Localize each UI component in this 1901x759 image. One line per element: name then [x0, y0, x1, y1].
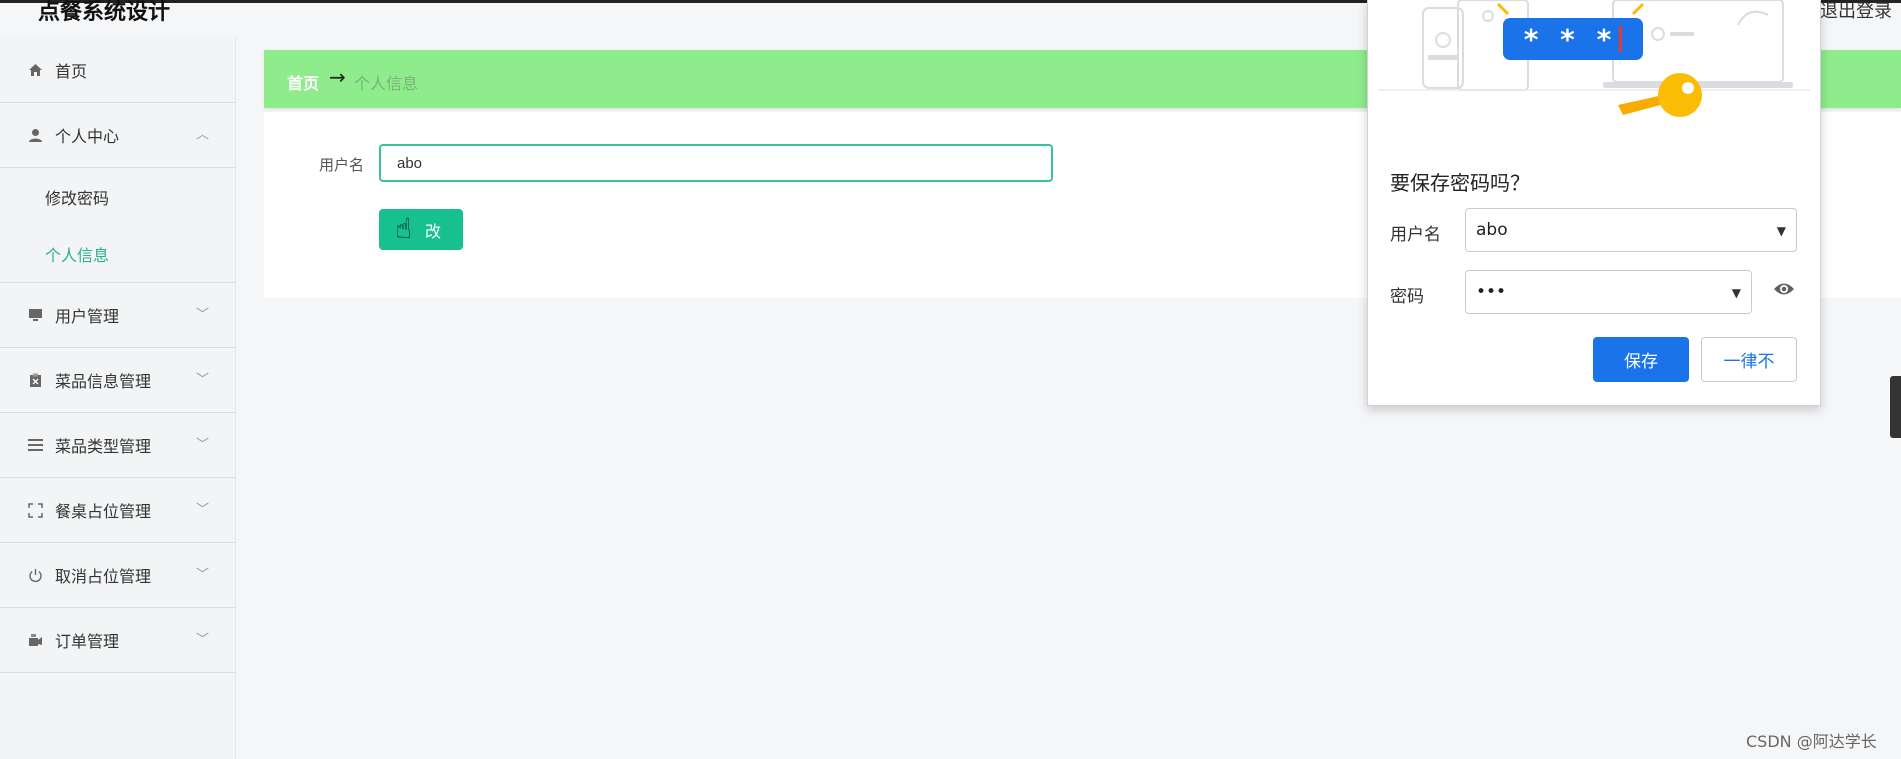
eye-icon[interactable]	[1773, 281, 1795, 297]
breadcrumb-current: 个人信息	[354, 74, 419, 93]
dropdown-arrow-icon: ▼	[1731, 286, 1741, 300]
update-button[interactable]: 改	[379, 209, 463, 250]
sidebar-item-label: 订单管理	[55, 632, 120, 651]
chevron-down-icon: ﹀	[196, 437, 210, 453]
sidebar-item-orders[interactable]: 订单管理 ﹀	[0, 608, 235, 673]
chevron-down-icon: ﹀	[196, 372, 210, 388]
chevron-down-icon: ﹀	[196, 307, 210, 323]
sidebar-item-label: 菜品信息管理	[55, 372, 152, 391]
home-icon	[26, 61, 44, 79]
never-save-button[interactable]: 一律不	[1701, 337, 1797, 382]
popup-password-label: 密码	[1390, 287, 1424, 307]
personal-center-submenu: 修改密码 个人信息	[0, 168, 235, 283]
chevron-up-icon: ︿	[196, 127, 210, 143]
money-icon	[26, 631, 44, 649]
chevron-down-icon: ﹀	[196, 567, 210, 583]
popup-password-select[interactable]: ••• ▼	[1465, 270, 1752, 314]
password-badge: * * *	[1503, 18, 1643, 60]
sidebar-item-dish-type[interactable]: 菜品类型管理 ﹀	[0, 413, 235, 478]
user-icon	[26, 126, 44, 144]
app-title: 点餐系统设计	[38, 0, 171, 25]
sidebar: 首页 个人中心 ︿ 修改密码 个人信息 用户管理 ﹀ 菜品信息管理 ﹀ 菜品类型…	[0, 38, 236, 759]
save-password-popup: * * * 要保存密码吗？ 用户名 abo ▼ 密码 ••• ▼ 保存 一律不	[1367, 0, 1821, 406]
sidebar-item-label: 菜品类型管理	[55, 437, 152, 456]
breadcrumb-home[interactable]: 首页	[287, 70, 319, 94]
sidebar-subitem-change-password[interactable]: 修改密码	[0, 168, 235, 225]
list-icon	[26, 436, 44, 454]
sidebar-item-dish-info[interactable]: 菜品信息管理 ﹀	[0, 348, 235, 413]
hand-cursor-icon: ☝	[395, 212, 413, 245]
sidebar-subitem-personal-info[interactable]: 个人信息	[0, 225, 235, 282]
chevron-down-icon: ﹀	[196, 502, 210, 518]
sidebar-item-label: 取消占位管理	[55, 567, 152, 586]
sidebar-item-label: 首页	[55, 62, 88, 81]
sidebar-item-home[interactable]: 首页	[0, 38, 235, 103]
text-caret	[1619, 26, 1623, 52]
watermark: CSDN @阿达学长	[1746, 732, 1877, 751]
sidebar-item-label: 个人中心	[55, 127, 120, 146]
popup-username-label: 用户名	[1390, 225, 1441, 245]
sidebar-item-label: 用户管理	[55, 307, 120, 326]
password-badge-text: * * *	[1523, 22, 1618, 56]
sidebar-item-user-management[interactable]: 用户管理 ﹀	[0, 283, 235, 348]
chevron-down-icon: ﹀	[196, 632, 210, 648]
username-label: 用户名	[319, 156, 365, 174]
popup-title: 要保存密码吗？	[1390, 171, 1530, 195]
username-input[interactable]	[379, 144, 1053, 182]
sidebar-item-personal-center[interactable]: 个人中心 ︿	[0, 103, 235, 168]
sidebar-item-table-occupancy[interactable]: 餐桌占位管理 ﹀	[0, 478, 235, 543]
popup-username-value: abo	[1476, 220, 1508, 240]
fullscreen-icon	[26, 501, 44, 519]
breadcrumb-arrow-icon: →	[329, 65, 346, 89]
power-icon	[26, 566, 44, 584]
clipboard-icon	[26, 371, 44, 389]
dropdown-arrow-icon: ▼	[1776, 224, 1786, 238]
scrollbar-thumb[interactable]	[1890, 376, 1901, 438]
logout-link[interactable]: 退出登录	[1820, 0, 1892, 23]
sidebar-item-cancel-occupancy[interactable]: 取消占位管理 ﹀	[0, 543, 235, 608]
save-password-button[interactable]: 保存	[1593, 337, 1689, 382]
monitor-icon	[26, 306, 44, 324]
popup-username-select[interactable]: abo ▼	[1465, 208, 1797, 252]
popup-password-value: •••	[1476, 282, 1507, 302]
sidebar-item-label: 餐桌占位管理	[55, 502, 152, 521]
